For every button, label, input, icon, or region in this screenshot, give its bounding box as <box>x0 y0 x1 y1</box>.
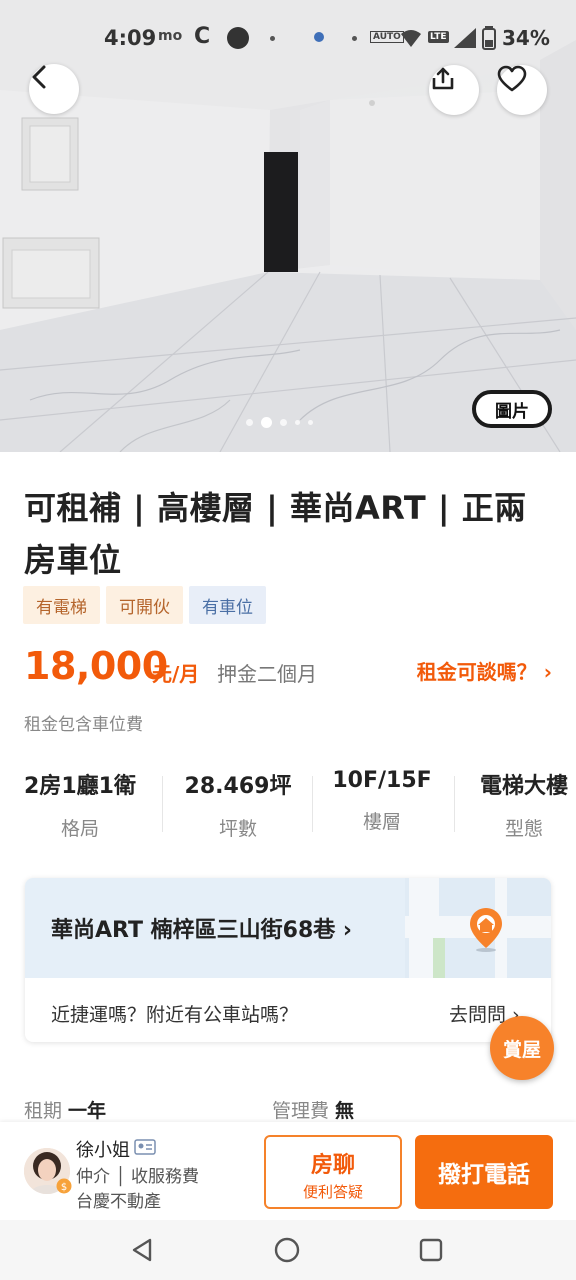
battery-percent: 34% <box>502 26 550 50</box>
tag-cooking: 可開伙 <box>106 586 183 624</box>
chat-button[interactable]: 房聊 便利答疑 <box>264 1135 402 1209</box>
lease-term: 租期 一年 <box>24 1096 106 1123</box>
spec-value: 10F/15F <box>332 768 432 793</box>
tag-parking: 有車位 <box>189 586 266 624</box>
spec-value: 28.469坪 <box>184 774 292 799</box>
nav-back-icon[interactable] <box>130 1237 156 1263</box>
nav-home-icon[interactable] <box>273 1236 301 1264</box>
map-preview[interactable]: 華尚ART 楠梓區三山街68巷 › <box>25 878 551 978</box>
agent-company: 台慶不動產 <box>76 1192 161 1212</box>
listing-photo[interactable]: 4:09 mo C AUTO LTE 34% 圖片 <box>0 0 576 452</box>
agent-badge-icon: $ <box>56 1178 72 1194</box>
status-c-icon: C <box>194 24 211 49</box>
address-card: 華尚ART 楠梓區三山街68巷 › 近捷運嗎？附近有公車站嗎？ 去問問 › <box>25 878 551 1042</box>
battery-icon <box>482 26 496 50</box>
chevron-left-icon <box>32 65 46 89</box>
status-line-icon <box>227 27 249 49</box>
divider <box>454 776 455 832</box>
status-time: 4:09 <box>104 26 157 50</box>
photo-gallery-button[interactable]: 圖片 <box>472 390 552 428</box>
divider <box>312 776 313 832</box>
call-button[interactable]: 撥打電話 <box>415 1135 553 1209</box>
status-auto-icon: AUTO <box>370 31 404 43</box>
price-row: 18,000 元/月 押金二個月 租金可談嗎？ › <box>24 644 552 694</box>
deposit-text: 押金二個月 <box>217 662 317 686</box>
favorite-button[interactable] <box>497 65 547 115</box>
agent-role: 仲介 │ 收服務費 <box>76 1167 200 1187</box>
rent-unit: 元/月 <box>152 662 200 686</box>
address-link[interactable]: 華尚ART 楠梓區三山街68巷 › <box>51 912 352 944</box>
spec-area: 28.469坪 坪數 <box>180 768 296 841</box>
spec-label: 樓層 <box>362 811 401 833</box>
mgmt-label: 管理費 <box>272 1100 330 1122</box>
status-app-icon <box>314 32 324 42</box>
lease-value: 一年 <box>68 1100 107 1122</box>
negotiate-link[interactable]: 租金可談嗎？ › <box>417 656 552 685</box>
lease-label: 租期 <box>24 1100 63 1122</box>
system-nav-bar <box>0 1220 576 1280</box>
nav-recents-icon[interactable] <box>418 1237 444 1263</box>
share-button[interactable] <box>429 65 479 115</box>
spec-layout: 2房1廳1衛 格局 <box>22 768 138 841</box>
page-dot-active[interactable] <box>261 416 272 428</box>
tag-elevator: 有電梯 <box>23 586 100 624</box>
back-button[interactable] <box>29 64 79 114</box>
spec-label: 型態 <box>504 818 543 840</box>
share-icon <box>432 67 454 90</box>
id-card-icon <box>134 1139 156 1155</box>
signal-icon <box>454 28 476 48</box>
nearby-question: 近捷運嗎？附近有公車站嗎？ <box>51 1004 299 1026</box>
spec-value: 2房1廳1衛 <box>24 774 136 799</box>
page-dot[interactable] <box>308 419 313 425</box>
rent-note: 租金包含車位費 <box>24 715 143 735</box>
status-dot-icon <box>352 36 357 41</box>
location-pin-icon <box>470 908 502 952</box>
contact-bar: $ 徐小姐 仲介 │ 收服務費 台慶不動產 房聊 便利答疑 撥打電話 <box>0 1122 576 1220</box>
photo-pagination <box>246 416 313 428</box>
rent-price: 18,000 <box>24 644 168 688</box>
listing-title: 可租補 | 高樓層 | 華尚ART | 正兩房車位 <box>24 489 527 579</box>
wifi-icon <box>401 30 421 47</box>
divider <box>162 776 163 832</box>
page-dot[interactable] <box>246 418 253 426</box>
heart-icon <box>497 65 527 92</box>
spec-floor: 10F/15F 樓層 <box>326 768 438 834</box>
spec-value: 電梯大樓 <box>479 774 568 799</box>
page-dot[interactable] <box>295 419 300 425</box>
status-lte-icon: LTE <box>428 31 449 43</box>
agent-name: 徐小姐 <box>76 1140 130 1161</box>
status-bar: 4:09 mo C AUTO LTE 34% <box>0 18 576 58</box>
svg-text:$: $ <box>61 1182 67 1193</box>
status-dot-icon <box>270 36 275 41</box>
management-fee: 管理費無 <box>272 1096 354 1123</box>
page-dot[interactable] <box>280 418 287 426</box>
room-photo-illustration <box>0 0 576 452</box>
spec-type: 電梯大樓 型態 <box>472 768 576 841</box>
spec-label: 坪數 <box>218 818 257 840</box>
chat-subtitle: 便利答疑 <box>302 1183 363 1201</box>
status-carrier-icon: mo <box>158 28 183 44</box>
spec-summary: 2房1廳1衛 格局 28.469坪 坪數 10F/15F 樓層 電梯大樓 型態 <box>0 768 576 848</box>
mgmt-value: 無 <box>335 1100 355 1122</box>
spec-label: 格局 <box>60 818 99 840</box>
chat-title: 房聊 <box>310 1153 355 1178</box>
viewing-button[interactable]: 賞屋 <box>490 1016 554 1080</box>
feature-tags: 有電梯 可開伙 有車位 <box>23 586 266 624</box>
